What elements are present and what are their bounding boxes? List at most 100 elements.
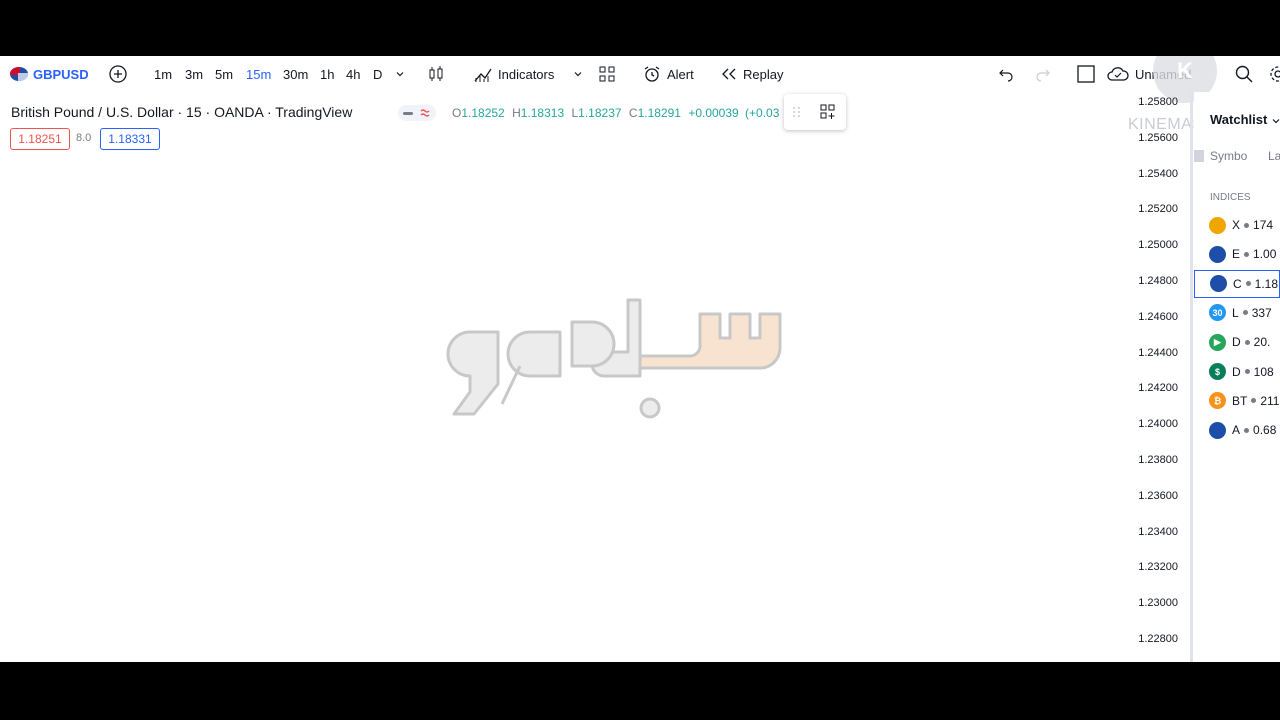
symbol-logo-icon: ▶	[1209, 333, 1226, 351]
price-tick: 1.23000	[1138, 597, 1178, 610]
watchlist-price: 108	[1253, 364, 1274, 379]
status-dot-icon	[1251, 398, 1257, 404]
watchlist-title: Watchlist	[1210, 112, 1268, 127]
watchlist-symbol: A	[1232, 423, 1241, 438]
symbol-label: GBPUSD	[33, 66, 89, 82]
market-status-icon[interactable]	[398, 105, 436, 121]
column-last-header[interactable]: La	[1268, 149, 1280, 163]
timeframe-4h[interactable]: 4h	[346, 56, 360, 92]
watchlist-row[interactable]: X 174	[1194, 211, 1280, 239]
watchlist-row[interactable]: E 1.00	[1194, 240, 1280, 268]
indicators-label: Indicators	[498, 66, 555, 82]
timeframe-3m[interactable]: 3m	[185, 56, 203, 92]
chevron-down-icon	[574, 72, 582, 77]
watchlist-row[interactable]: ▶ D 20.	[1194, 328, 1280, 356]
indicators-dropdown[interactable]	[573, 56, 583, 92]
price-tick: 1.25000	[1138, 239, 1178, 252]
replay-label: Replay	[743, 66, 784, 82]
watchlist-title-button[interactable]: Watchlist	[1210, 112, 1280, 127]
watchlist-symbol: E	[1232, 247, 1241, 262]
status-dot-icon	[1244, 222, 1250, 228]
templates-button[interactable]	[598, 56, 616, 92]
price-tick: 1.24400	[1138, 346, 1178, 359]
price-tick: 1.23600	[1138, 489, 1178, 502]
sell-button[interactable]: 1.18251	[10, 128, 70, 150]
search-icon	[1235, 65, 1253, 83]
settings-button[interactable]	[1268, 56, 1280, 92]
sood-amooz-watermark-logo	[446, 298, 782, 419]
watchlist-price: 174	[1253, 218, 1274, 232]
chart-type-button[interactable]	[426, 56, 446, 92]
watchlist-price: 20.	[1253, 335, 1271, 350]
gbpusd-flag-icon	[10, 67, 28, 81]
alert-button[interactable]: Alert	[642, 56, 694, 92]
close-value: 1.18291	[637, 106, 681, 120]
buy-button[interactable]: 1.18331	[100, 128, 160, 150]
status-dot-icon	[1244, 251, 1250, 257]
watchlist-row[interactable]: A 0.68	[1194, 416, 1280, 444]
legend-overlay-buttons	[784, 94, 846, 130]
chart-legend: British Pound / U.S. Dollar · 15 · OANDA…	[11, 104, 352, 120]
watchlist-symbol: D	[1232, 364, 1241, 379]
watchlist-row[interactable]: ₿ BT 211	[1194, 387, 1280, 415]
alarm-clock-icon	[644, 66, 660, 82]
price-tick: 1.24800	[1138, 275, 1178, 287]
watchlist-price: 1.18	[1254, 276, 1279, 291]
watchlist-price: 211	[1260, 393, 1280, 408]
grid-icon	[599, 66, 615, 82]
price-tick: 1.24600	[1138, 310, 1178, 323]
candles-icon	[429, 66, 443, 81]
change-percent: (+0.03	[745, 106, 780, 120]
symbol-search-button[interactable]: GBPUSD	[10, 56, 89, 92]
panel-divider[interactable]	[1190, 92, 1193, 662]
price-tick: 1.23800	[1138, 454, 1178, 466]
symbol-logo-icon: ₿	[1209, 392, 1226, 410]
watchlist-symbol: C	[1233, 276, 1242, 291]
timeframe-1m[interactable]: 1m	[154, 56, 172, 92]
watchlist-row[interactable]: 30 L 337	[1194, 299, 1280, 327]
watchlist-row[interactable]: C 1.18	[1194, 269, 1280, 298]
high-value: 1.18313	[520, 106, 565, 120]
watchlist-price: 1.00	[1253, 247, 1277, 262]
price-tick: 1.25200	[1138, 203, 1178, 216]
watchlist-price: 0.68	[1253, 423, 1277, 438]
search-button[interactable]	[1234, 56, 1254, 92]
price-tick: 1.23400	[1138, 525, 1178, 538]
price-tick: 1.24000	[1138, 418, 1178, 431]
layout-select-button[interactable]	[1076, 56, 1096, 92]
compare-add-button[interactable]	[108, 56, 128, 92]
timeframe-5m[interactable]: 5m	[215, 56, 233, 92]
indicators-icon	[474, 68, 492, 82]
drag-handle-icon[interactable]	[792, 105, 802, 119]
status-dot-icon	[1242, 310, 1248, 316]
open-value: 1.18252	[461, 106, 505, 120]
replay-button[interactable]: Replay	[720, 56, 783, 92]
top-toolbar: GBPUSD 1m 3m 5m 15m 30m 1h 4h D Indicato…	[0, 56, 1280, 103]
symbol-description[interactable]: British Pound / U.S. Dollar · 15 · OANDA…	[11, 104, 352, 120]
rewind-icon	[722, 68, 736, 80]
section-indices[interactable]: INDICES	[1210, 192, 1251, 203]
undo-button[interactable]	[997, 56, 1015, 92]
watchlist-row[interactable]: $ D 108	[1194, 358, 1280, 386]
symbol-logo-icon	[1209, 421, 1226, 439]
price-tick: 1.22800	[1138, 633, 1178, 645]
status-dot-icon	[1244, 369, 1250, 374]
status-dot-icon	[1244, 339, 1250, 345]
square-layout-icon	[1077, 65, 1095, 83]
symbol-logo-icon: 30	[1209, 304, 1226, 322]
add-widget-icon[interactable]	[818, 102, 838, 122]
timeframe-d[interactable]: D	[373, 56, 382, 92]
column-symbol-header[interactable]: Symbo	[1210, 149, 1247, 163]
timeframe-15m[interactable]: 15m	[246, 56, 271, 92]
price-tick: 1.23200	[1138, 561, 1178, 574]
timeframe-1h[interactable]: 1h	[320, 56, 334, 92]
status-dot-icon	[1245, 281, 1251, 287]
select-all-checkbox[interactable]	[1194, 150, 1204, 162]
price-tick: 1.25800	[1138, 96, 1178, 108]
price-axis[interactable]: 1.25800 1.25600 1.25400 1.25200 1.25000 1.248…	[1120, 92, 1188, 662]
timeframe-dropdown[interactable]	[395, 56, 405, 92]
indicators-button[interactable]: Indicators	[473, 56, 554, 92]
timeframe-30m[interactable]: 30m	[283, 56, 308, 92]
price-tick: 1.25600	[1138, 131, 1178, 144]
redo-button[interactable]	[1034, 56, 1052, 92]
